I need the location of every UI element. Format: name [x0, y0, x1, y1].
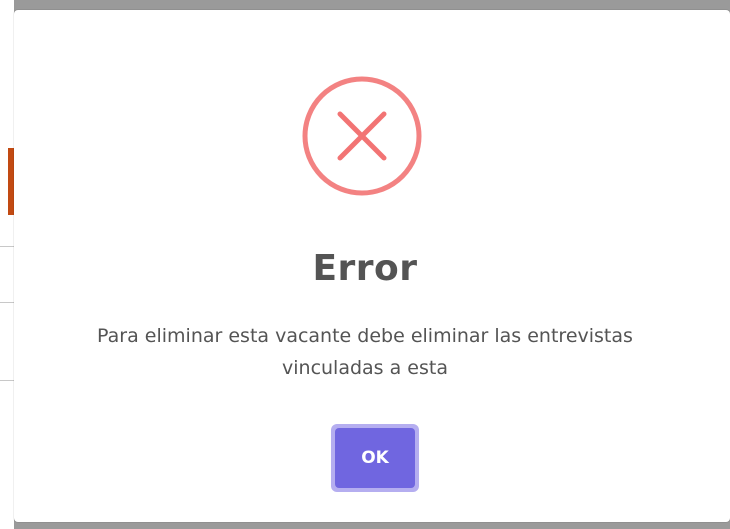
error-x-circle-icon — [302, 76, 422, 196]
dialog-message: Para eliminar esta vacante debe eliminar… — [40, 320, 690, 384]
ok-button-label: OK — [335, 428, 415, 488]
ok-button[interactable]: OK — [331, 424, 419, 492]
dialog-message-line: Para eliminar esta vacante debe eliminar… — [97, 325, 633, 347]
background-divider — [0, 302, 14, 303]
background-divider — [0, 380, 14, 381]
dialog-message-line: vinculadas a esta — [282, 357, 448, 379]
background-divider — [0, 246, 14, 247]
dialog-title: Error — [312, 248, 418, 289]
